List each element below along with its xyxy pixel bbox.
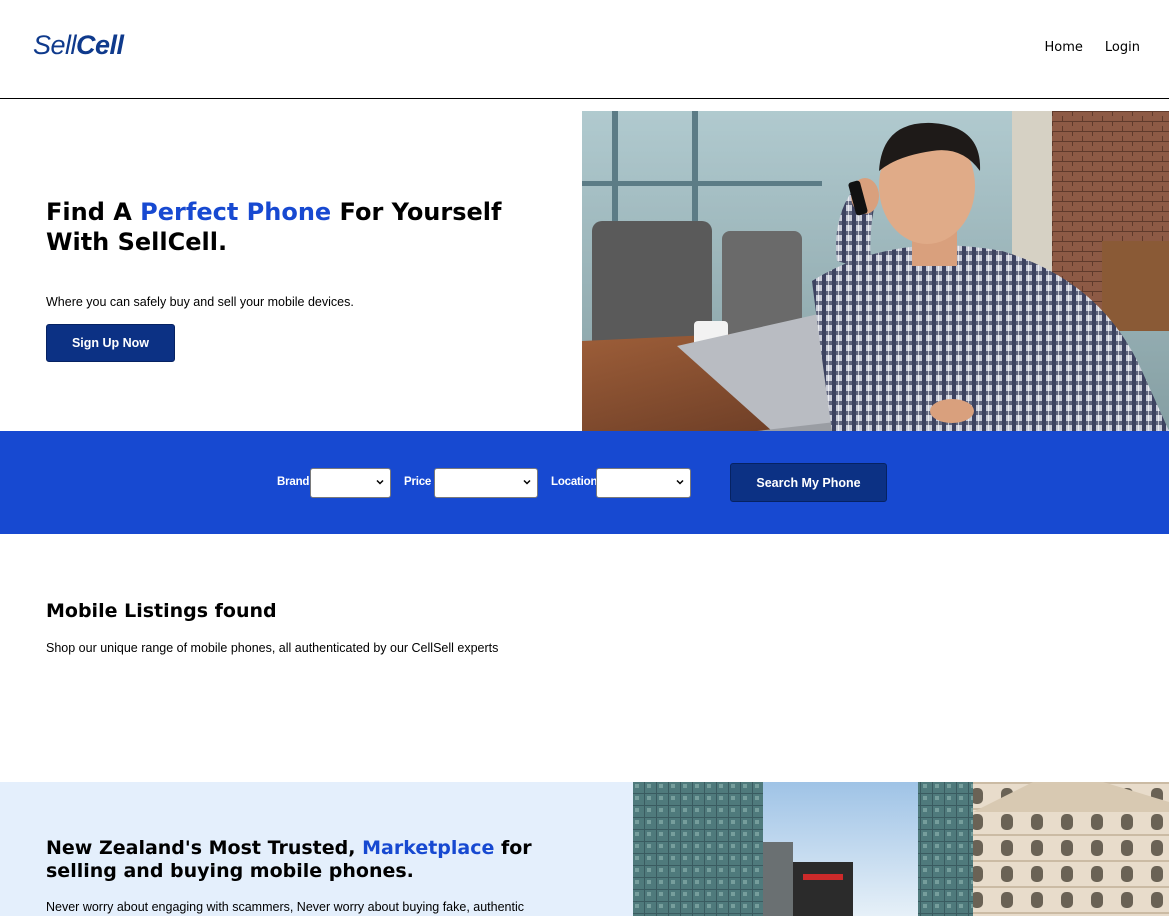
brand-select[interactable] — [310, 468, 391, 498]
man-on-phone-image — [582, 111, 1169, 431]
hero-title-prefix: Find A — [46, 198, 141, 226]
hero-title-accent: Perfect Phone — [140, 198, 332, 226]
trust-title-prefix: New Zealand's Most Trusted, — [46, 837, 363, 859]
trust-body: Never worry about engaging with scammers… — [46, 900, 525, 914]
trust-title-accent: Marketplace — [362, 837, 495, 859]
nav-login-link[interactable]: Login — [1105, 40, 1140, 55]
price-select[interactable] — [434, 468, 538, 498]
logo-text-bold: Cell — [76, 30, 124, 60]
hero-subtitle: Where you can safely buy and sell your m… — [46, 295, 354, 309]
hero-title: Find A Perfect Phone For Yourself With S… — [46, 197, 546, 257]
search-my-phone-button[interactable]: Search My Phone — [730, 463, 887, 502]
logo-text-light: Sell — [33, 30, 77, 60]
location-select[interactable] — [596, 468, 691, 498]
nav-home-link[interactable]: Home — [1045, 40, 1083, 55]
site-header: SellCell Home Login — [0, 0, 1169, 99]
hero-content: Find A Perfect Phone For Yourself With S… — [46, 197, 546, 309]
city-image — [633, 782, 1169, 916]
main-nav: Home Login — [1045, 40, 1140, 55]
site-logo[interactable]: SellCell — [33, 30, 124, 61]
location-label: Location — [551, 476, 598, 488]
trust-title: New Zealand's Most Trusted, Marketplace … — [46, 837, 606, 883]
hero-image — [582, 111, 1169, 431]
chevron-down-icon — [523, 479, 531, 485]
price-label: Price — [404, 476, 432, 488]
city-buildings-image — [633, 782, 1169, 916]
brand-label: Brand — [277, 476, 310, 488]
chevron-down-icon — [376, 479, 384, 485]
sign-up-button[interactable]: Sign Up Now — [46, 324, 175, 362]
chevron-down-icon — [676, 479, 684, 485]
listings-subtitle: Shop our unique range of mobile phones, … — [46, 641, 499, 655]
listings-title: Mobile Listings found — [46, 600, 277, 622]
